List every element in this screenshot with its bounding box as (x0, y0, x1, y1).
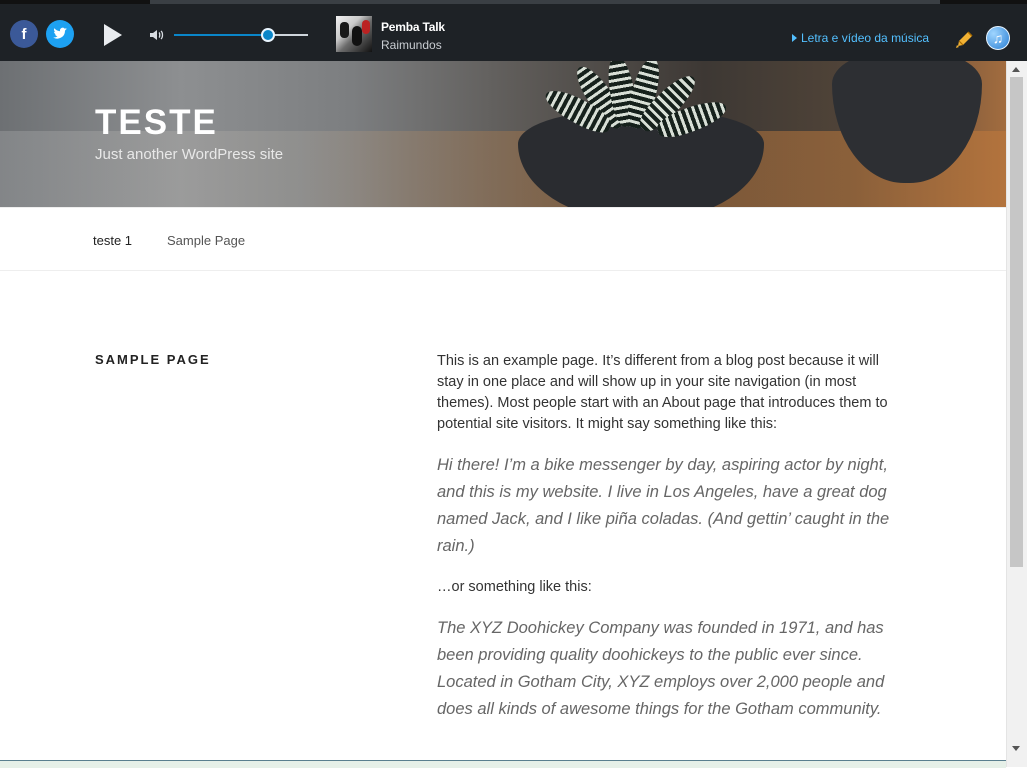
nav-item-teste-1[interactable]: teste 1 (93, 233, 132, 248)
scrollbar-thumb[interactable] (1010, 77, 1023, 567)
page-title: SAMPLE PAGE (95, 352, 211, 367)
site-tagline: Just another WordPress site (95, 146, 284, 163)
volume-slider[interactable] (174, 28, 308, 42)
header-image: TESTE Just another WordPress site (0, 61, 1006, 207)
nav-item-sample-page[interactable]: Sample Page (167, 233, 245, 248)
page-content: This is an example page. It’s different … (437, 351, 899, 740)
facebook-icon[interactable]: f (10, 20, 38, 48)
song-title[interactable]: Pemba Talk (381, 20, 445, 34)
player-top-strip (150, 0, 940, 4)
twitter-icon[interactable] (46, 20, 74, 48)
paragraph: This is an example page. It’s different … (437, 353, 888, 432)
blockquote: Hi there! I’m a bike messenger by day, a… (437, 456, 890, 555)
artist-name[interactable]: Raimundos (381, 38, 442, 52)
play-icon[interactable] (104, 24, 122, 46)
pen-icon[interactable] (954, 28, 976, 50)
caret-right-icon (792, 34, 797, 42)
volume-slider-fill (174, 34, 268, 36)
main-navigation: teste 1 Sample Page (0, 207, 1006, 271)
paragraph: …or something like this: (437, 579, 592, 595)
scroll-up-arrow-icon[interactable] (1012, 67, 1020, 72)
scroll-down-arrow-icon[interactable] (1012, 746, 1020, 751)
site-title[interactable]: TESTE (95, 103, 218, 143)
volume-slider-knob[interactable] (260, 28, 275, 42)
lyrics-link-label: Letra e vídeo da música (801, 31, 930, 45)
webpage-viewport: TESTE Just another WordPress site teste … (0, 61, 1006, 767)
lyrics-link[interactable]: Letra e vídeo da música (792, 31, 929, 45)
album-art[interactable] (336, 16, 372, 52)
itunes-icon[interactable]: ♫ (986, 26, 1010, 50)
music-player-bar: f Pemba Talk Raimundos Letra e vídeo da … (0, 0, 1027, 61)
blockquote: The XYZ Doohickey Company was founded in… (437, 619, 885, 718)
volume-icon[interactable] (148, 26, 166, 44)
vertical-scrollbar[interactable] (1006, 61, 1027, 767)
